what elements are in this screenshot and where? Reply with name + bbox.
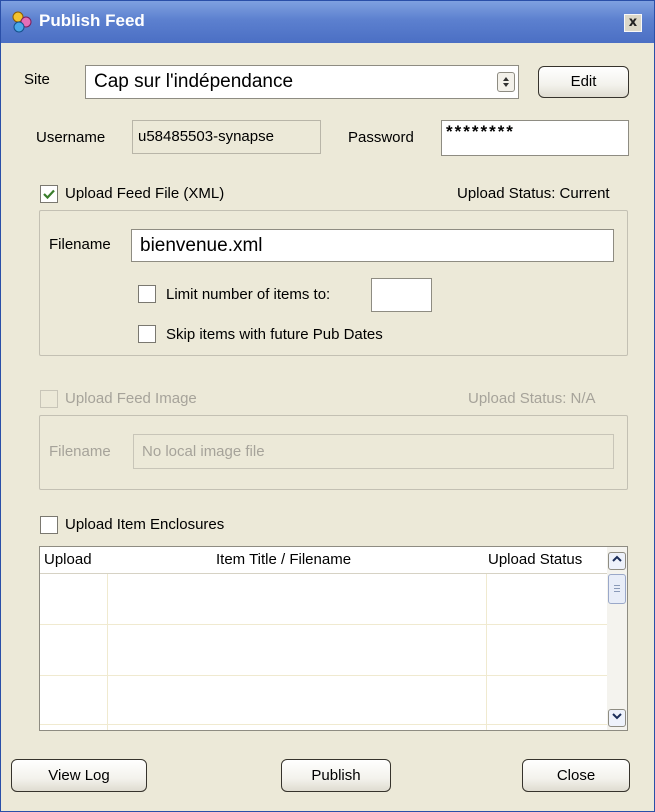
scroll-up-icon[interactable] <box>608 552 626 570</box>
skip-future-label: Skip items with future Pub Dates <box>166 326 383 343</box>
upload-enclosures-label: Upload Item Enclosures <box>65 516 225 533</box>
enclosures-table[interactable]: Upload Item Title / Filename Upload Stat… <box>39 546 628 731</box>
app-icon <box>12 11 32 33</box>
title-bar[interactable]: Publish Feed x <box>1 1 654 43</box>
upload-feed-image-checkbox[interactable] <box>40 390 58 408</box>
site-label: Site <box>24 71 50 88</box>
spin-arrows-icon <box>503 77 509 87</box>
edit-site-button[interactable]: Edit <box>538 66 629 98</box>
view-log-button[interactable]: View Log <box>11 759 147 792</box>
username-label: Username <box>36 129 106 146</box>
limit-items-label: Limit number of items to: <box>166 286 331 303</box>
feed-image-upload-status: Upload Status: N/A <box>468 390 596 407</box>
username-field: u58485503-synapse <box>132 120 321 154</box>
image-filename-label: Filename <box>49 443 111 460</box>
window-title: Publish Feed <box>39 11 145 30</box>
scroll-thumb[interactable] <box>608 574 626 604</box>
close-button[interactable]: Close <box>522 759 630 792</box>
upload-feed-file-label: Upload Feed File (XML) <box>65 185 225 202</box>
limit-items-input[interactable] <box>371 278 432 312</box>
scroll-down-icon[interactable] <box>608 709 626 727</box>
site-select[interactable]: Cap sur l'indépendance <box>85 65 519 99</box>
skip-future-checkbox[interactable] <box>138 325 156 343</box>
upload-enclosures-checkbox[interactable] <box>40 516 58 534</box>
password-field[interactable]: ******** <box>441 120 629 156</box>
site-dropdown-button[interactable] <box>497 72 515 92</box>
row-divider <box>40 675 607 676</box>
upload-feed-file-checkbox[interactable] <box>40 185 58 203</box>
feed-file-upload-status: Upload Status: Current <box>457 185 610 202</box>
limit-items-checkbox[interactable] <box>138 285 156 303</box>
feed-filename-label: Filename <box>49 236 111 253</box>
header-divider <box>40 573 607 574</box>
image-filename-input: No local image file <box>133 434 614 469</box>
column-header-upload[interactable]: Upload <box>44 547 92 573</box>
upload-feed-image-label: Upload Feed Image <box>65 390 197 407</box>
feed-filename-input[interactable]: bienvenue.xml <box>131 229 614 262</box>
column-divider <box>486 574 487 730</box>
row-divider <box>40 624 607 625</box>
row-divider <box>40 724 607 725</box>
column-divider <box>107 574 108 730</box>
publish-button[interactable]: Publish <box>281 759 391 792</box>
column-header-title[interactable]: Item Title / Filename <box>216 547 351 573</box>
close-window-icon[interactable]: x <box>624 14 642 32</box>
checkmark-icon <box>43 189 55 200</box>
password-label: Password <box>348 129 414 146</box>
column-header-status[interactable]: Upload Status <box>488 547 582 573</box>
publish-feed-window: Publish Feed x Site Cap sur l'indépendan… <box>0 0 655 812</box>
